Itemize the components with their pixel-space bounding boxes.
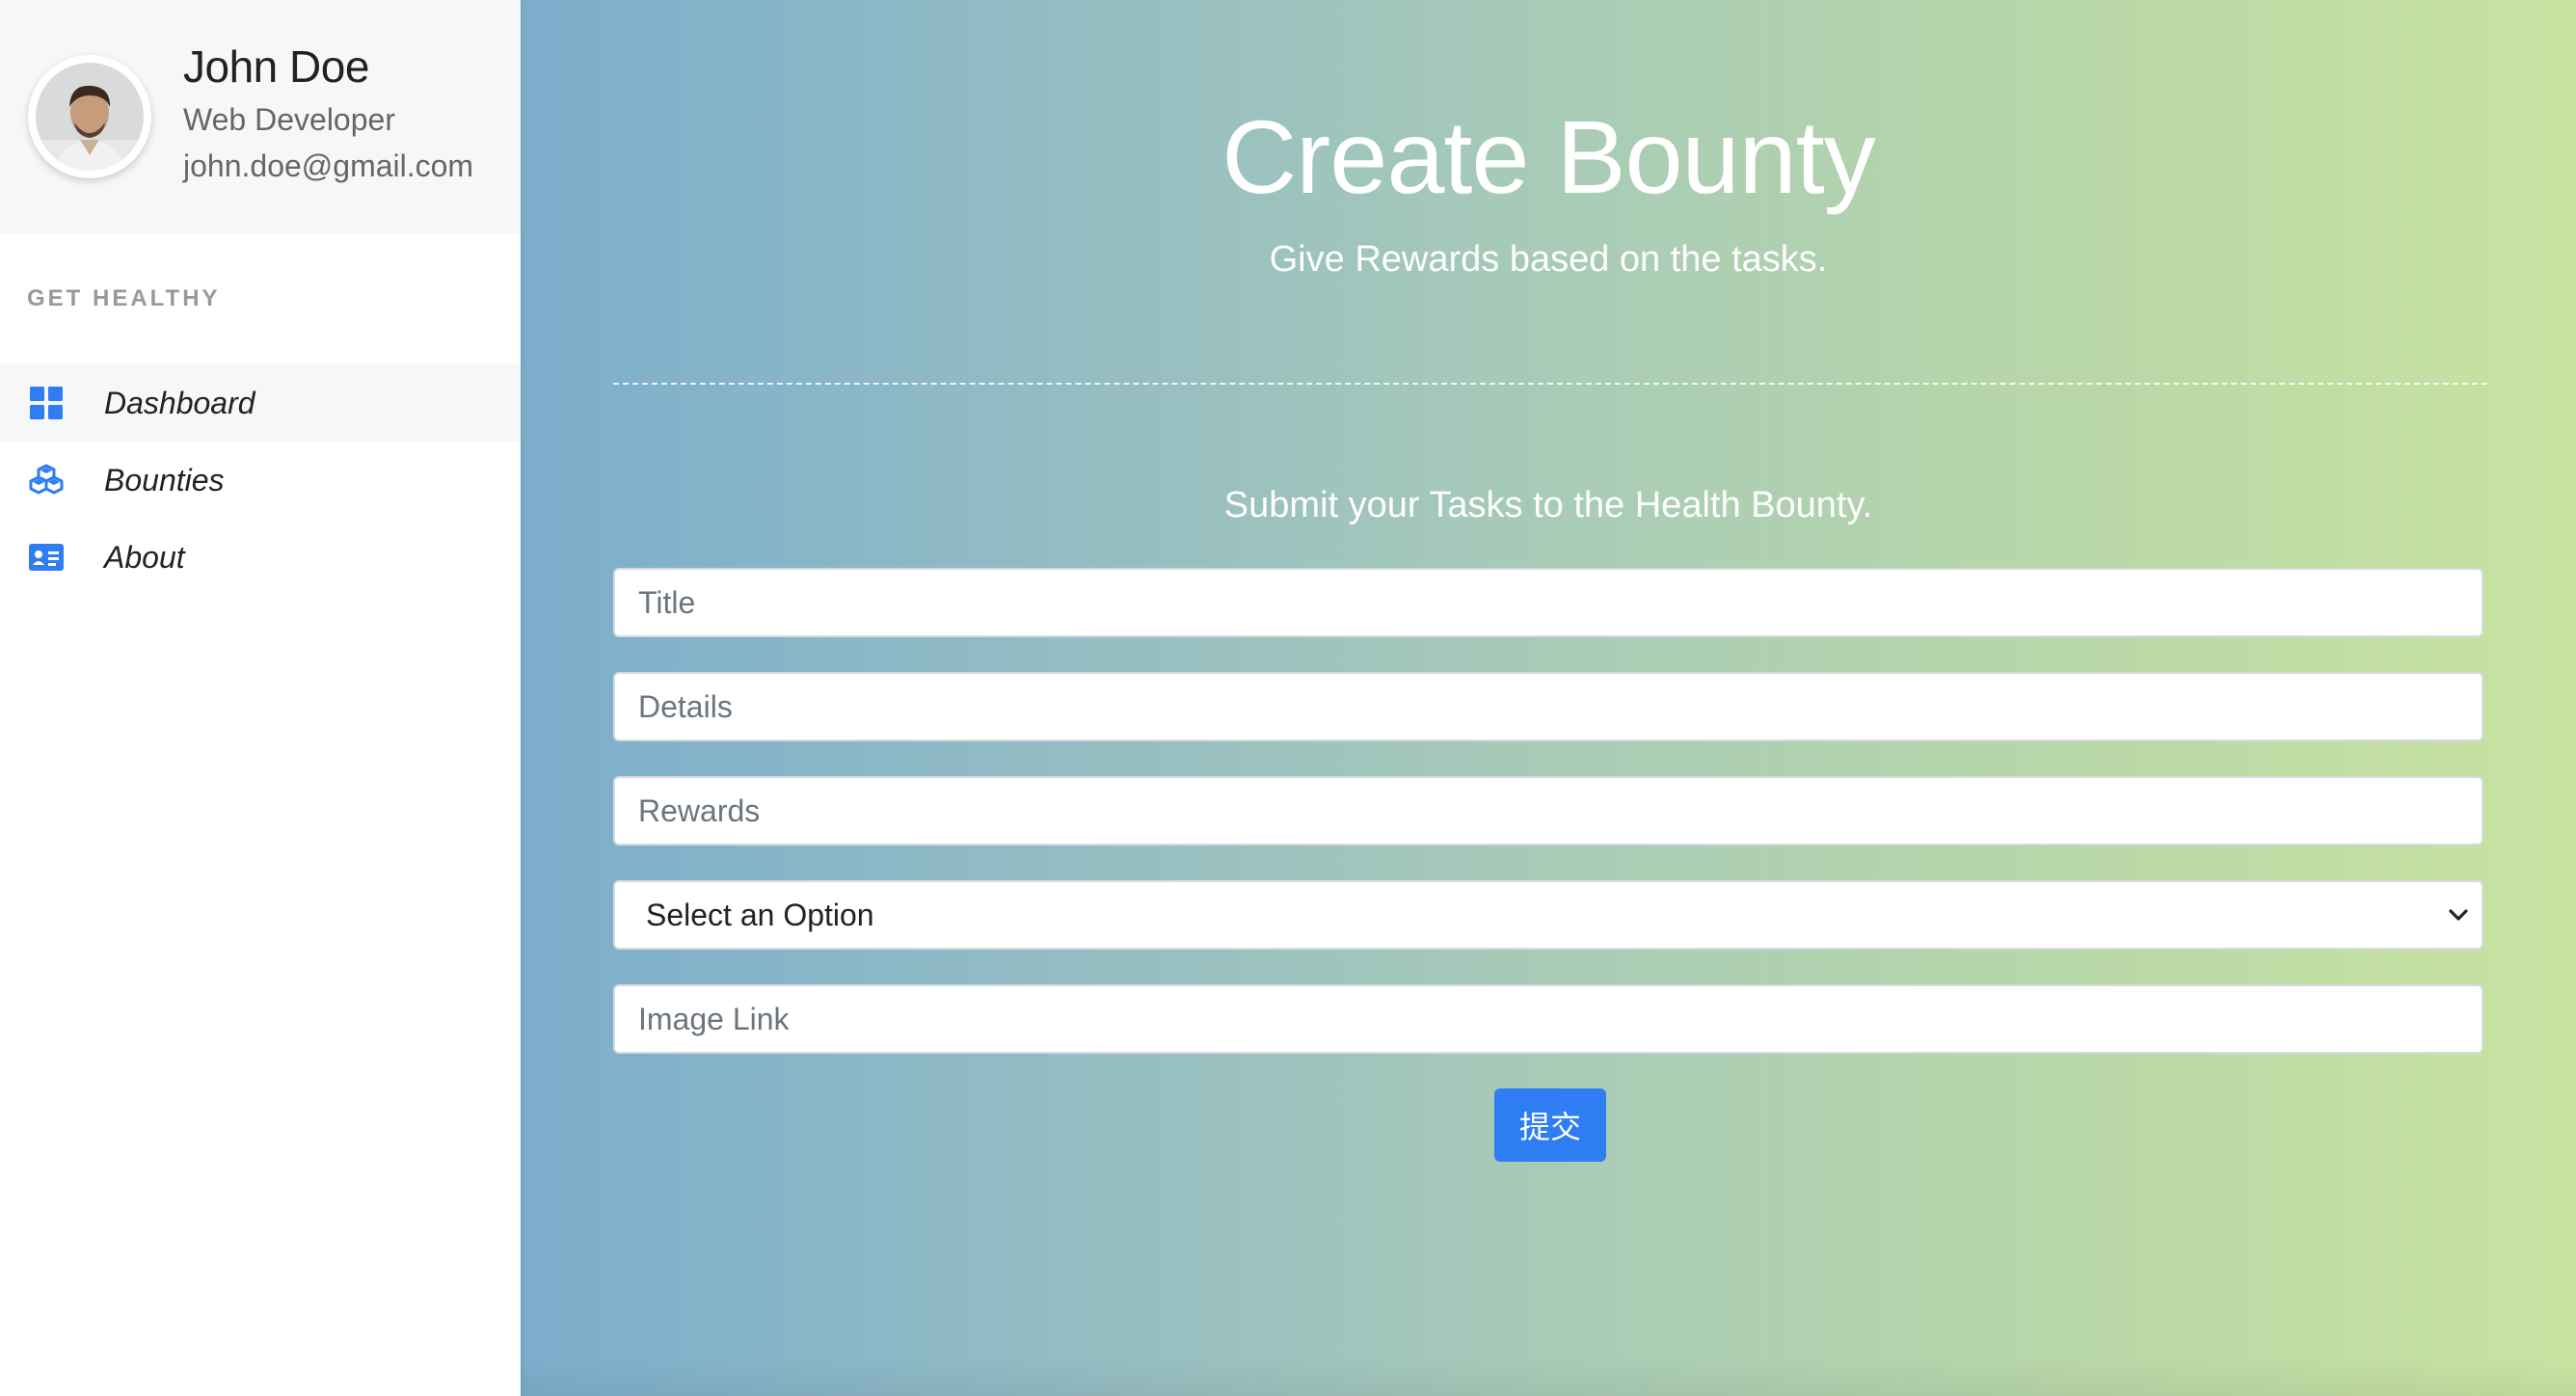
sidebar-item-label: Bounties <box>104 462 225 497</box>
chevron-down-icon <box>2445 901 2472 928</box>
image-link-input[interactable] <box>613 984 2483 1054</box>
page-subtitle: Give Rewards based on the tasks. <box>1269 239 1828 280</box>
profile-card: John Doe Web Developer john.doe@gmail.co… <box>0 0 521 234</box>
app: John Doe Web Developer john.doe@gmail.co… <box>0 0 2576 1396</box>
sidebar-item-about[interactable]: About <box>0 519 521 596</box>
sidebar-section-heading: GET HEALTHY <box>27 285 221 311</box>
sidebar-item-label: About <box>104 539 185 575</box>
select-value: Select an Option <box>646 897 874 932</box>
avatar[interactable] <box>28 55 151 178</box>
grid-icon <box>29 386 64 420</box>
title-input[interactable] <box>613 568 2483 637</box>
rewards-input[interactable] <box>613 776 2483 846</box>
submit-button[interactable]: 提交 <box>1494 1088 1606 1162</box>
divider <box>613 383 2487 385</box>
sidebar-item-dashboard[interactable]: Dashboard <box>0 364 521 442</box>
profile-email: john.doe@gmail.com <box>183 148 474 183</box>
sidebar-nav: Dashboard Bounties About <box>0 364 521 596</box>
avatar-photo-icon <box>36 63 144 171</box>
profile-name: John Doe <box>183 41 369 92</box>
profile-role: Web Developer <box>183 102 395 137</box>
form-heading: Submit your Tasks to the Health Bounty. <box>1223 485 1873 525</box>
sidebar: John Doe Web Developer john.doe@gmail.co… <box>0 0 521 1396</box>
main-content: Create Bounty Give Rewards based on the … <box>521 0 2576 1396</box>
id-card-icon <box>29 540 64 575</box>
page-title: Create Bounty <box>1221 98 1875 215</box>
option-select[interactable]: Select an Option <box>613 880 2483 950</box>
sidebar-item-label: Dashboard <box>104 385 255 420</box>
sidebar-item-bounties[interactable]: Bounties <box>0 442 521 519</box>
details-input[interactable] <box>613 672 2483 741</box>
cubes-icon <box>29 463 64 497</box>
